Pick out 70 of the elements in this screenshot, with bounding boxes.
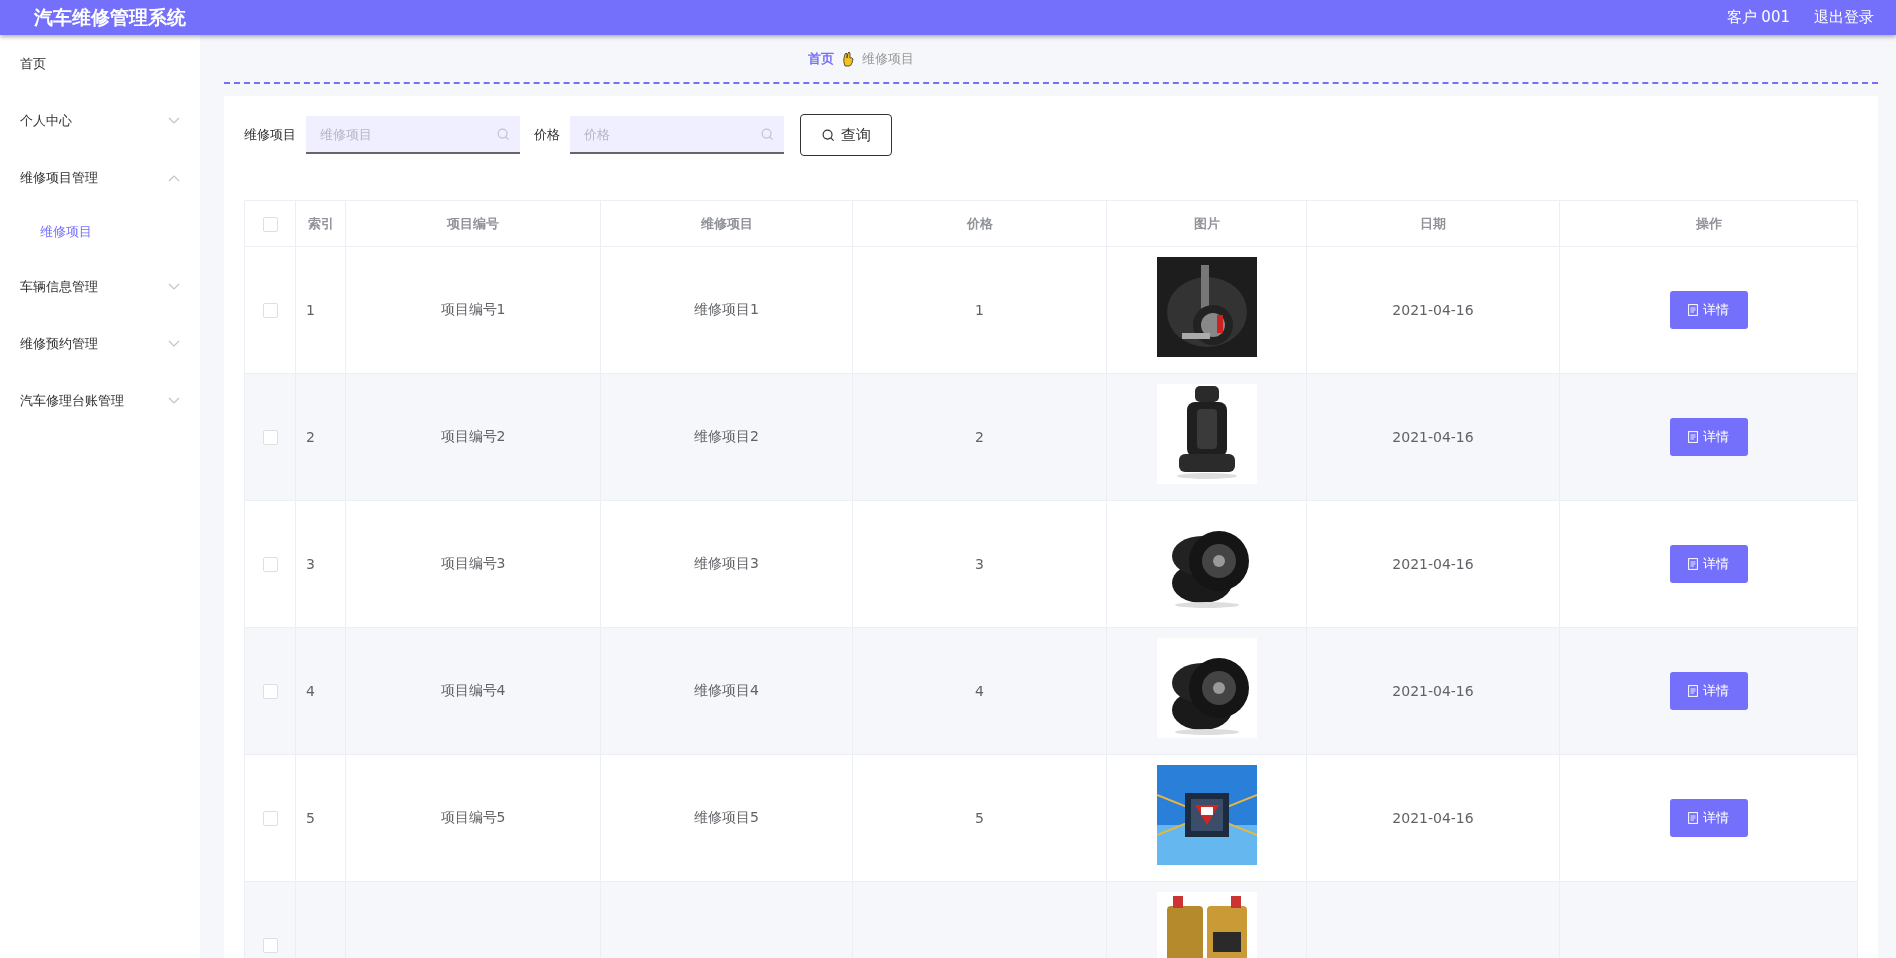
search-field[interactable]: 维修项目 [306, 116, 520, 154]
table-cell: 维修项目3 [600, 500, 853, 628]
query-button[interactable]: 查询 [800, 114, 892, 156]
table-cell: 2021-04-16 [1306, 373, 1560, 501]
document-icon [1688, 685, 1698, 697]
detail-button[interactable]: 详情 [1669, 672, 1748, 710]
breadcrumb-current: 维修项目 [862, 49, 914, 68]
table-cell: 2 [852, 373, 1107, 501]
document-icon [1688, 304, 1698, 316]
field-label: 价格 [534, 126, 560, 144]
sidebar-subitem[interactable]: 维修项目 [0, 206, 200, 258]
column-header: 图片 [1106, 200, 1307, 247]
app-title: 汽车维修管理系统 [34, 4, 186, 30]
sidebar-item[interactable]: 维修预约管理 [0, 315, 200, 372]
checkbox[interactable] [262, 430, 278, 446]
checkbox[interactable] [262, 557, 278, 573]
table-cell: 项目编号4 [345, 627, 601, 755]
table-cell: 2 [295, 373, 346, 501]
table-cell: 维修项目2 [600, 373, 853, 501]
column-header: 索引 [295, 200, 346, 247]
table-cell: 维修项目5 [600, 754, 853, 882]
checkbox[interactable] [262, 938, 278, 954]
table-cell: 项目编号1 [345, 246, 601, 374]
document-icon [1688, 812, 1698, 824]
document-icon [1688, 558, 1698, 570]
table-cell: 2021-04-16 [1306, 246, 1560, 374]
column-header: 维修项目 [600, 200, 853, 247]
table-cell: 2021-04-16 [1306, 627, 1560, 755]
checkbox[interactable] [262, 303, 278, 319]
sidebar-item[interactable]: 首页 [0, 35, 200, 92]
table-cell: 1 [852, 246, 1107, 374]
hand-icon [842, 50, 854, 67]
table-cell: 项目编号5 [345, 754, 601, 882]
sidebar-item[interactable]: 维修项目管理 [0, 149, 200, 206]
table-cell: 项目编号2 [345, 373, 601, 501]
user-name: 客户 001 [1726, 8, 1790, 27]
detail-button[interactable]: 详情 [1669, 418, 1748, 456]
detail-button[interactable]: 详情 [1669, 799, 1748, 837]
table-cell: 4 [852, 627, 1107, 755]
table-cell: 5 [852, 754, 1107, 882]
breadcrumb-home[interactable]: 首页 [808, 49, 834, 68]
table-cell: 3 [295, 500, 346, 628]
table-cell: 维修项目4 [600, 627, 853, 755]
table-cell: 1 [295, 246, 346, 374]
detail-button[interactable]: 详情 [1669, 291, 1748, 329]
table-cell: 项目编号3 [345, 500, 601, 628]
sidebar-item[interactable]: 汽车修理台账管理 [0, 372, 200, 429]
field-label: 维修项目 [244, 126, 296, 144]
search-field[interactable]: 价格 [570, 116, 784, 154]
column-header: 项目编号 [345, 200, 601, 247]
table-cell: 2021-04-16 [1306, 754, 1560, 882]
document-icon [1688, 431, 1698, 443]
detail-button[interactable]: 详情 [1669, 545, 1748, 583]
sidebar-item[interactable]: 个人中心 [0, 92, 200, 149]
table-cell: 3 [852, 500, 1107, 628]
column-header: 操作 [1559, 200, 1858, 247]
table-cell: 2021-04-16 [1306, 500, 1560, 628]
table-cell: 维修项目1 [600, 246, 853, 374]
search-icon [497, 128, 510, 141]
table-cell: 5 [295, 754, 346, 882]
search-icon [761, 128, 774, 141]
table-cell: 4 [295, 627, 346, 755]
column-header: 日期 [1306, 200, 1560, 247]
checkbox[interactable] [262, 216, 278, 232]
checkbox[interactable] [262, 684, 278, 700]
column-header: 价格 [852, 200, 1107, 247]
search-icon [821, 128, 835, 142]
logout-link[interactable]: 退出登录 [1814, 8, 1874, 27]
checkbox[interactable] [262, 811, 278, 827]
sidebar-item[interactable]: 车辆信息管理 [0, 258, 200, 315]
